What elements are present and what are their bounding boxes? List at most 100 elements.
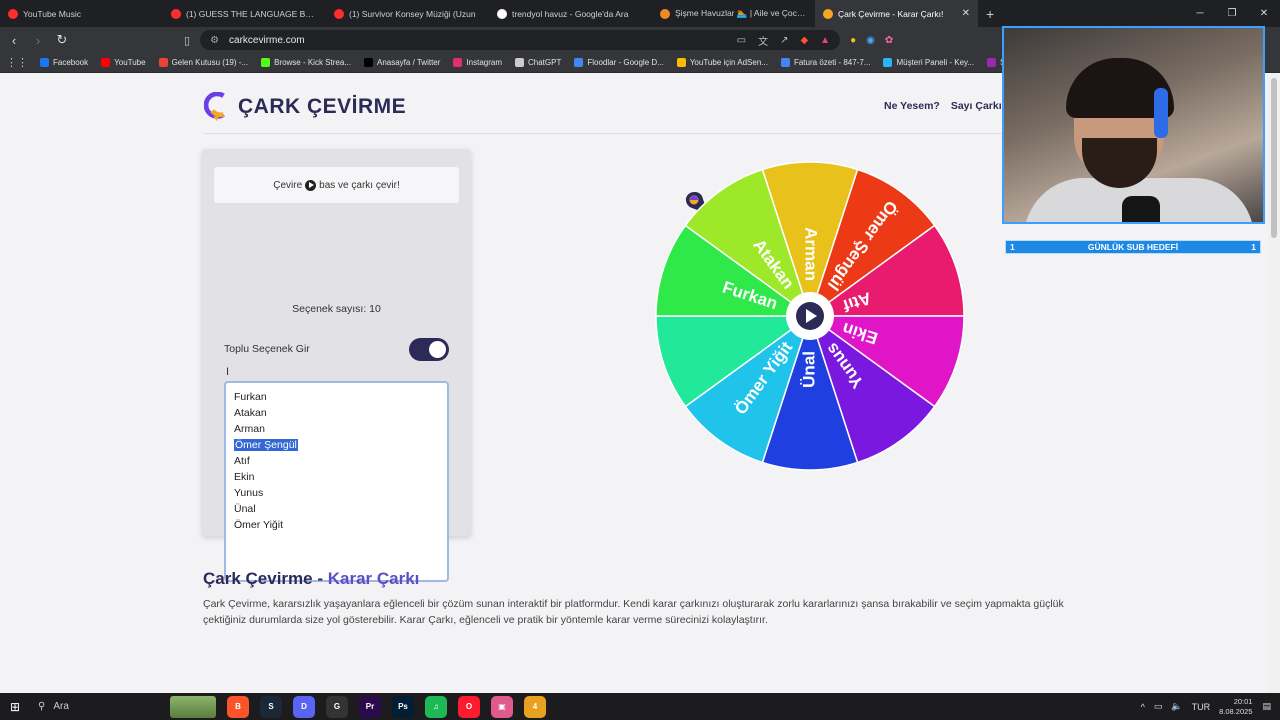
windows-start-icon[interactable]: ⊞ (0, 700, 30, 714)
taskbar-app-gallery-icon[interactable]: ▣ (491, 695, 513, 718)
extension-icon[interactable]: ✿ (885, 35, 893, 46)
text-cursor-icon: I (226, 366, 230, 378)
extension-icon[interactable]: ● (850, 35, 856, 46)
taskbar-app-photoshop-icon[interactable]: Ps (392, 695, 414, 718)
bookmark-item[interactable]: ChatGPT (515, 58, 561, 67)
bookmark-item[interactable]: Müşteri Paneli - Key... (883, 58, 974, 67)
tab-label: Şişme Havuzlar 🏊 | Aile ve Çocukla (675, 8, 807, 18)
option-line: Ömer Yiğit (234, 517, 439, 533)
browser-tab[interactable]: (1) Survivor Konsey Müziği (Uzun (326, 0, 489, 27)
forward-icon[interactable]: › (28, 33, 48, 48)
page-scrollbar[interactable] (1268, 74, 1280, 693)
bookmark-icon[interactable]: ▯ (184, 34, 190, 47)
bookmark-item[interactable]: YouTube (101, 58, 146, 67)
site-logo[interactable]: ÇARK ÇEVİRME (204, 92, 406, 122)
webcam-headset (1154, 88, 1168, 138)
bookmark-label: ChatGPT (528, 58, 562, 67)
bulk-entry-toggle[interactable] (409, 338, 449, 361)
bookmark-label: Müşteri Paneli - Key... (896, 58, 975, 67)
hint-text-after: bas ve çarkı çevir! (319, 179, 400, 191)
taskbar-app-brave-icon[interactable]: B (227, 695, 249, 718)
brave-rewards-icon[interactable]: ▲ (820, 35, 830, 46)
bookmark-item[interactable]: Facebook (40, 58, 88, 67)
bookmark-item[interactable]: Floodlar - Google D... (574, 58, 664, 67)
hint-text-before: Çevire (273, 179, 303, 191)
taskbar-app-steam-icon[interactable]: S (260, 695, 282, 718)
notifications-icon[interactable]: ▤ (1262, 701, 1271, 712)
taskbar-app-discord-icon[interactable]: D (293, 695, 315, 718)
wheel-segment-label: Arman (802, 227, 821, 281)
option-text: Ömer Yiğit (234, 519, 284, 531)
browser-tab[interactable]: YouTube Music (0, 0, 163, 27)
taskbar-app-app4-icon[interactable]: 4 (524, 695, 546, 718)
new-tab-button[interactable]: + (978, 6, 1002, 22)
page-heading: Çark Çevirme - Karar Çarkı (203, 569, 419, 589)
reload-icon[interactable]: ↻ (52, 32, 72, 48)
bookmark-item[interactable]: Instagram (453, 58, 502, 67)
decision-wheel[interactable]: Arman Ömer Şengül Atıf Ekin Yunus Ünal Ömer Yi… (654, 160, 966, 472)
close-tab-icon[interactable]: ✕ (962, 8, 970, 19)
apps-grid-icon[interactable]: ⋮⋮ (6, 56, 28, 69)
taskbar-app-opera-icon[interactable]: O (458, 695, 480, 718)
extension-icon[interactable]: ◉ (866, 35, 875, 46)
nav-link-sayi-carki[interactable]: Sayı Çarkı (951, 100, 1002, 112)
taskbar-app-spotify-icon[interactable]: ♫ (425, 695, 447, 718)
weather-widget-icon[interactable] (170, 695, 216, 718)
brave-shield-icon[interactable]: ◆ (800, 35, 808, 46)
back-icon[interactable]: ‹ (4, 33, 24, 48)
bookmark-item[interactable]: Fatura özeti - 847-7... (780, 58, 870, 67)
taskbar-search[interactable]: ⚲ Ara (30, 693, 170, 720)
translate-icon[interactable]: 文 (758, 33, 768, 48)
option-line: Ünal (234, 501, 439, 517)
cast-icon[interactable]: ▭ (737, 35, 746, 46)
share-icon[interactable]: ↗ (780, 35, 788, 46)
option-line: Atıf (234, 453, 439, 469)
toggle-knob (429, 341, 446, 358)
site-info-icon[interactable]: ⚙ (210, 35, 219, 46)
bookmark-favicon-icon (40, 58, 49, 67)
nav-link-ne-yesem[interactable]: Ne Yesem? (884, 100, 940, 112)
bookmark-label: Browse - Kick Strea... (274, 58, 351, 67)
bookmark-favicon-icon (515, 58, 524, 67)
selected-option-text: Ömer Şengül (234, 439, 298, 451)
tab-favicon-icon (8, 8, 18, 19)
bookmark-favicon-icon (987, 58, 997, 67)
bookmark-item[interactable]: Anasayfa / Twitter (363, 58, 441, 67)
tray-chevron-icon[interactable]: ^ (1141, 702, 1145, 712)
browser-tab[interactable]: (1) GUESS THE LANGUAGE BY AUDIO (163, 0, 326, 27)
speaker-icon[interactable]: 🔈 (1171, 701, 1182, 712)
restore-icon[interactable]: ❐ (1216, 0, 1248, 27)
option-line: Arman (234, 421, 439, 437)
scrollbar-thumb[interactable] (1271, 78, 1277, 238)
options-panel: Çevire bas ve çarkı çevir! Seçenek sayıs… (202, 149, 471, 582)
tab-favicon-icon (171, 8, 181, 19)
bookmark-item[interactable]: Browse - Kick Strea... (261, 58, 351, 67)
minimize-icon[interactable]: ─ (1184, 0, 1216, 27)
close-window-icon[interactable]: ✕ (1248, 0, 1280, 27)
goal-current: 1 (1010, 242, 1015, 252)
heading-accent: Karar Çarkı (327, 569, 420, 588)
taskbar-app-premiere-icon[interactable]: Pr (359, 695, 381, 718)
clock-date: 8.08.2025 (1219, 706, 1253, 716)
tab-favicon-icon (334, 8, 344, 19)
taskbar-app-chrome-icon[interactable]: G (326, 695, 348, 718)
wheel-svg[interactable]: Arman Ömer ŞengülAtıfEkinYunusÜnalÖmer Yi… (654, 160, 966, 472)
option-text: Ünal (234, 503, 256, 515)
wheel-segment-label: Ünal (799, 351, 818, 388)
network-icon[interactable]: ▭ (1154, 701, 1163, 712)
bookmark-label: Anasayfa / Twitter (376, 58, 441, 67)
browser-tab[interactable]: trendyol havuz - Google'da Ara (489, 0, 652, 27)
bookmark-label: Instagram (466, 58, 502, 67)
bookmark-item[interactable]: Gelen Kutusu (19) -... (158, 58, 248, 67)
language-indicator[interactable]: TUR (1192, 702, 1211, 712)
heading-main: Çark Çevirme - (203, 569, 328, 588)
bookmark-item[interactable]: YouTube için AdSen... (676, 58, 768, 67)
browser-tab[interactable]: Çark Çevirme - Karar Çarkı! ✕ (815, 0, 978, 27)
options-textarea[interactable]: Furkan Atakan Arman Ömer Şengül Atıf Ekin Yunu… (224, 381, 449, 582)
browser-tab[interactable]: Şişme Havuzlar 🏊 | Aile ve Çocukla (652, 0, 815, 27)
url-bar[interactable]: ⚙ carkcevirme.com ▭ 文 ↗ ◆ ▲ (200, 30, 841, 50)
clock[interactable]: 20:01 8.08.2025 (1219, 697, 1252, 717)
option-text: Furkan (234, 391, 267, 403)
option-line: Ekin (234, 469, 439, 485)
tab-label: trendyol havuz - Google'da Ara (512, 8, 629, 19)
